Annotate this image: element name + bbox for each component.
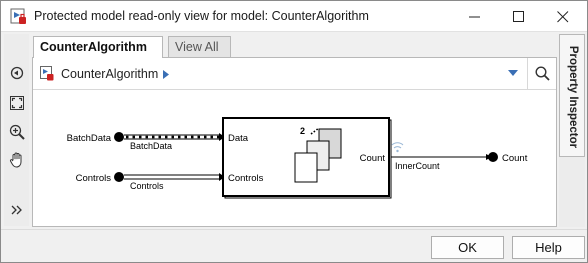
subsystem-port-count: Count (360, 153, 386, 164)
breadcrumb-arrow-icon[interactable] (163, 70, 169, 79)
model-path-bar: CounterAlgorithm (33, 58, 556, 90)
search-icon (535, 66, 550, 81)
tab-counter-algorithm[interactable]: CounterAlgorithm (33, 36, 163, 58)
tab-view-all[interactable]: View All (168, 36, 231, 57)
protected-model-icon (40, 66, 54, 81)
inport-controls[interactable] (114, 172, 124, 182)
subsystem-port-controls: Controls (228, 173, 264, 184)
title-bar[interactable]: Protected model read-only view for model… (1, 1, 587, 32)
minimize-icon (469, 16, 480, 18)
property-inspector-tab[interactable]: Property Inspector (559, 34, 585, 157)
left-toolbar (4, 34, 29, 226)
property-inspector-label: Property Inspector (567, 45, 579, 149)
help-button[interactable]: Help (512, 236, 585, 259)
signal-label-controls: Controls (130, 181, 164, 191)
signal-label-batchdata: BatchData (130, 141, 172, 151)
outport-count-label: Count (502, 153, 528, 164)
expand-toolbar-icon[interactable] (8, 201, 26, 219)
dialog-window: Protected model read-only view for model… (0, 0, 588, 263)
footer-divider (1, 229, 587, 230)
inport-batchdata-label: BatchData (67, 133, 112, 144)
subsystem-port-data: Data (228, 133, 249, 144)
signal-label-innercount: InnerCount (395, 161, 440, 171)
signal-stream-icon (391, 142, 404, 153)
close-icon (557, 11, 569, 23)
fit-to-view-icon[interactable] (8, 94, 26, 112)
maximize-button[interactable] (497, 1, 541, 32)
instance-badge: 2 (300, 126, 305, 136)
protected-model-icon (10, 8, 26, 24)
inport-batchdata[interactable] (114, 132, 124, 142)
close-button[interactable] (541, 1, 585, 32)
maximize-icon (513, 11, 524, 22)
pan-hand-icon[interactable] (8, 151, 26, 169)
inport-controls-label: Controls (76, 173, 112, 184)
window-title: Protected model read-only view for model… (34, 9, 369, 23)
ok-button[interactable]: OK (431, 236, 504, 259)
right-panel-strip (559, 157, 585, 227)
zoom-icon[interactable] (8, 123, 26, 141)
search-button[interactable] (527, 58, 556, 89)
minimize-button[interactable] (453, 1, 497, 32)
navigate-back-icon[interactable] (8, 64, 26, 82)
chevron-down-icon[interactable] (508, 70, 518, 77)
block-diagram: BatchData BatchData Controls Controls Da… (67, 117, 528, 199)
model-canvas[interactable]: CounterAlgorithm BatchData BatchData Con… (32, 57, 557, 227)
breadcrumb-model[interactable]: CounterAlgorithm (61, 67, 158, 81)
outport-count[interactable] (488, 152, 498, 162)
